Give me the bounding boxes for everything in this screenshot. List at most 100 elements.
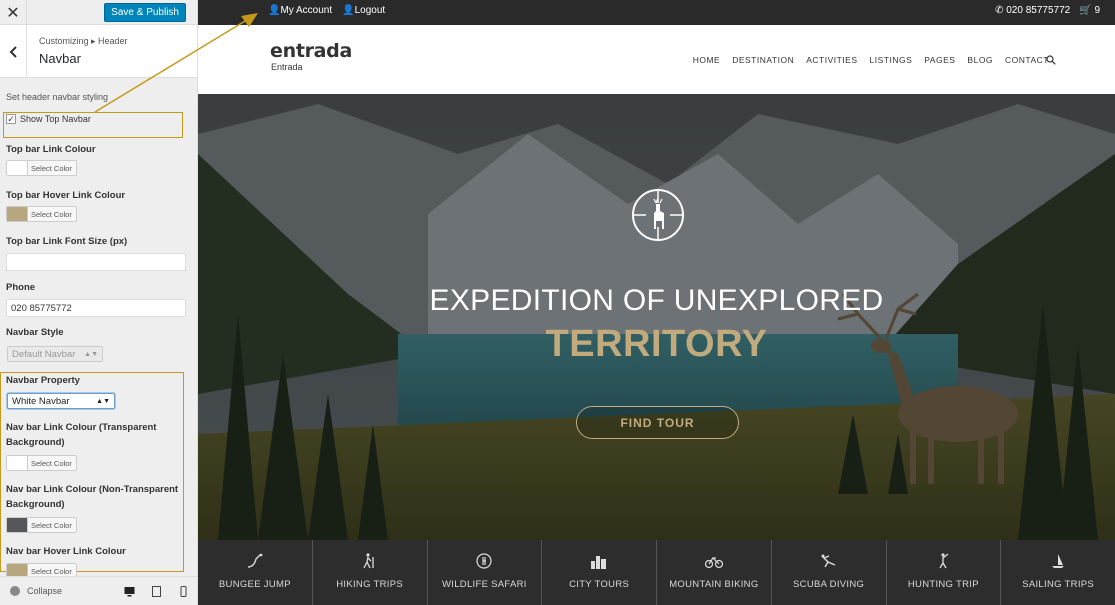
navbar-property-label: Navbar Property [6,375,80,386]
category-mountain-biking[interactable]: MOUNTAIN BIKING [657,540,772,605]
show-top-navbar-control[interactable]: ✓ Show Top Navbar [6,114,91,124]
menu-item-blog[interactable]: BLOG [967,55,993,65]
save-publish-button[interactable]: Save & Publish [104,3,186,22]
phone-link[interactable]: ✆ 020 85775772 [995,5,1070,16]
cart-icon: 🛒 [1079,5,1095,16]
cart-link[interactable]: 🛒 9 [1079,5,1100,16]
top-link-colour-picker[interactable]: Select Color [6,160,77,176]
phone-input[interactable]: 020 85775772 [6,299,186,317]
city-icon [591,556,607,569]
category-scuba-diving[interactable]: SCUBA DIVING [772,540,887,605]
top-hover-colour-picker[interactable]: Select Color [6,206,77,222]
category-label: WILDLIFE SAFARI [442,579,527,590]
category-wildlife-safari[interactable]: WILDLIFE SAFARI [428,540,543,605]
nav-link-nontransparent-label: Nav bar Link Colour (Non-Transparent Bac… [6,484,178,510]
dropdown-arrow-icon: ▲▼ [84,350,98,358]
top-font-size-label: Top bar Link Font Size (px) [6,236,128,247]
hiker-icon [363,553,374,569]
diver-icon [821,554,835,568]
user-icon: 👤 [268,5,281,16]
main-menu: HOME DESTINATION ACTIVITIES LISTINGS PAG… [693,55,1049,65]
show-top-navbar-checkbox[interactable]: ✓ [6,114,16,124]
color-swatch [7,456,28,470]
select-color-label: Select Color [31,209,72,219]
category-label: BUNGEE JUMP [218,579,291,590]
label-line: Background) [6,437,65,448]
hunter-icon [939,553,949,569]
breadcrumb: Customizing ▸ Header [39,36,128,46]
menu-item-activities[interactable]: ACTIVITIES [806,55,857,65]
category-city-tours[interactable]: CITY TOURS [542,540,657,605]
deer-emblem-icon [632,189,684,241]
category-label: HIKING TRIPS [336,579,404,590]
select-color-label: Select Color [31,520,72,530]
back-button[interactable] [0,25,27,78]
section-title: Navbar [39,51,81,66]
user-icon: 👤 [342,5,355,16]
show-top-navbar-label: Show Top Navbar [20,114,91,124]
menu-item-home[interactable]: HOME [693,55,721,65]
site-tagline: Entrada [271,62,303,72]
menu-item-listings[interactable]: LISTINGS [870,55,913,65]
color-swatch [7,161,28,175]
phone-icon: ✆ [995,5,1007,16]
category-hiking-trips[interactable]: HIKING TRIPS [313,540,428,605]
color-swatch [7,518,28,532]
find-tour-button[interactable]: FIND TOUR [576,406,739,439]
navbar-style-value: Default Navbar [12,348,76,360]
desktop-preview-icon[interactable] [124,586,135,597]
customizer-footer: Collapse [0,576,197,605]
close-icon: ✕ [6,4,20,22]
menu-item-pages[interactable]: PAGES [924,55,955,65]
label-line: Nav bar Link Colour (Non-Transparent [6,484,179,495]
category-label: CITY TOURS [569,579,630,590]
phone-label: 020 85775772 [1006,5,1071,16]
close-button[interactable]: ✕ [0,0,27,25]
cart-count: 9 [1094,5,1100,16]
top-link-colour-label: Top bar Link Colour [6,144,96,155]
select-color-label: Select Color [31,163,72,173]
nav-link-transparent-label: Nav bar Link Colour (Transparent Backgro… [6,422,156,448]
site-preview: 👤My Account 👤Logout ✆ 020 85775772 🛒 9 e… [198,0,1115,605]
top-navbar-right: ✆ 020 85775772 🛒 9 [995,5,1100,16]
select-color-label: Select Color [31,458,72,468]
chevron-left-icon [9,45,17,58]
top-hover-colour-label: Top bar Hover Link Colour [6,190,126,201]
menu-item-contact[interactable]: CONTACT [1005,55,1049,65]
logout-link[interactable]: 👤Logout [342,5,385,16]
category-sailing-trips[interactable]: SAILING TRIPS [1001,540,1115,605]
activity-category-bar: BUNGEE JUMP HIKING TRIPS WILDLIFE SAFARI… [198,540,1115,605]
logout-label: Logout [354,5,386,16]
color-swatch [7,207,28,221]
collapse-button[interactable]: Collapse [27,586,62,596]
category-label: HUNTING TRIP [907,579,979,590]
section-header: Customizing ▸ Header Navbar [0,25,197,78]
my-account-label: My Account [280,5,333,16]
menu-item-destination[interactable]: DESTINATION [732,55,794,65]
navbar-property-select[interactable]: White Navbar ▲▼ [7,393,115,409]
category-bungee-jump[interactable]: BUNGEE JUMP [198,540,313,605]
dropdown-arrow-icon: ▲▼ [96,397,110,405]
section-description: Set header navbar styling [6,92,109,102]
navbar-style-select[interactable]: Default Navbar ▲▼ [7,346,103,362]
deer-icon [476,553,492,569]
top-font-size-input[interactable] [6,253,186,271]
nav-hover-label: Nav bar Hover Link Colour [6,546,126,557]
hero-title-line2: TERRITORY [545,323,768,365]
my-account-link[interactable]: 👤My Account [268,5,332,16]
nav-link-transparent-picker[interactable]: Select Color [6,455,77,471]
mobile-preview-icon[interactable] [178,586,189,597]
category-hunting-trip[interactable]: HUNTING TRIP [887,540,1002,605]
label-line: Nav bar Link Colour (Transparent [6,422,157,433]
customizer-sidebar: ✕ Save & Publish Customizing ▸ Header Na… [0,0,198,605]
nav-link-nontransparent-picker[interactable]: Select Color [6,517,77,533]
bungee-icon [247,553,263,568]
tablet-preview-icon[interactable] [151,586,162,597]
category-label: MOUNTAIN BIKING [669,579,759,590]
search-icon[interactable] [1046,55,1056,65]
collapse-icon[interactable] [10,586,20,596]
phone-label: Phone [6,282,36,293]
bike-icon [704,557,723,569]
top-navbar-links: 👤My Account 👤Logout [268,5,385,16]
site-logo[interactable]: entrada [270,40,352,62]
